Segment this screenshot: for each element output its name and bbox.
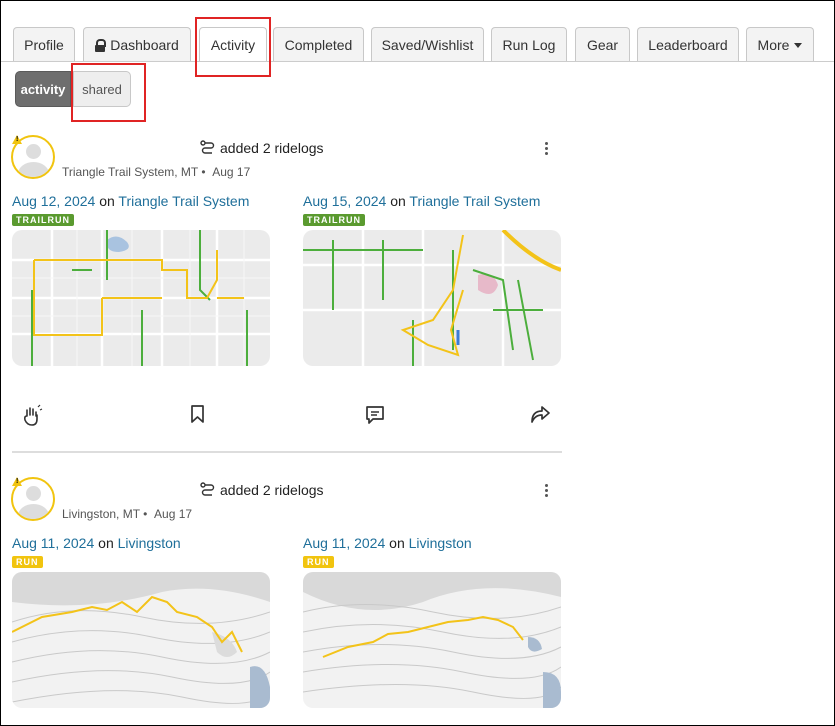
warning-icon: ! <box>12 477 22 486</box>
more-options-icon[interactable] <box>545 142 549 157</box>
activity-type-badge: TRAILRUN <box>303 214 365 226</box>
tab-completed[interactable]: Completed <box>273 27 364 61</box>
tab-activity[interactable]: Activity <box>199 27 267 62</box>
subtab-shared[interactable]: shared <box>73 71 131 107</box>
activity-type-badge: RUN <box>303 556 334 568</box>
share-icon[interactable] <box>529 403 551 425</box>
route-map[interactable] <box>12 230 270 366</box>
route-icon <box>200 140 215 154</box>
entry-title: Aug 11, 2024 on Livingston <box>303 535 472 551</box>
feed-meta: Livingston, MT • Aug 17 <box>62 507 193 521</box>
route-icon <box>200 482 215 496</box>
tab-run-log[interactable]: Run Log <box>491 27 567 61</box>
entry-date-link[interactable]: Aug 11, 2024 <box>12 535 94 551</box>
tab-leaderboard[interactable]: Leaderboard <box>637 27 739 61</box>
bookmark-icon[interactable] <box>187 403 209 425</box>
subtab-activity[interactable]: activity <box>15 71 71 107</box>
trail-link[interactable]: Livingston <box>118 535 181 551</box>
entry-date-link[interactable]: Aug 12, 2024 <box>12 193 95 209</box>
trail-link[interactable]: Triangle Trail System <box>118 193 249 209</box>
tab-more[interactable]: More <box>746 27 814 61</box>
tab-dashboard[interactable]: Dashboard <box>83 27 191 61</box>
entry-title: Aug 11, 2024 on Livingston <box>12 535 181 551</box>
route-map[interactable] <box>12 572 270 708</box>
feed-divider <box>12 451 562 453</box>
tab-bar-divider <box>1 61 834 62</box>
entry-date-link[interactable]: Aug 11, 2024 <box>303 535 385 551</box>
caret-down-icon <box>794 43 803 48</box>
entry-title: Aug 12, 2024 on Triangle Trail System <box>12 193 250 209</box>
trail-link[interactable]: Triangle Trail System <box>409 193 540 209</box>
activity-type-badge: TRAILRUN <box>12 214 74 226</box>
feed-action: added 2 ridelogs <box>200 140 324 156</box>
tab-profile[interactable]: Profile <box>13 27 75 61</box>
trail-link[interactable]: Livingston <box>409 535 472 551</box>
lock-icon <box>95 38 107 52</box>
route-map[interactable] <box>303 572 561 708</box>
tab-saved-wishlist[interactable]: Saved/Wishlist <box>371 27 484 61</box>
high-five-icon[interactable] <box>21 404 43 426</box>
entry-title: Aug 15, 2024 on Triangle Trail System <box>303 193 541 209</box>
app-frame: Profile Dashboard Activity Completed Sav… <box>0 0 835 726</box>
feed-action: added 2 ridelogs <box>200 482 324 498</box>
tab-gear[interactable]: Gear <box>575 27 630 61</box>
activity-type-badge: RUN <box>12 556 43 568</box>
warning-icon: ! <box>12 135 22 144</box>
feed-meta: Triangle Trail System, MT • Aug 17 <box>62 165 251 179</box>
route-map[interactable] <box>303 230 561 366</box>
comment-icon[interactable] <box>364 403 386 425</box>
more-options-icon[interactable] <box>545 484 549 499</box>
entry-date-link[interactable]: Aug 15, 2024 <box>303 193 386 209</box>
